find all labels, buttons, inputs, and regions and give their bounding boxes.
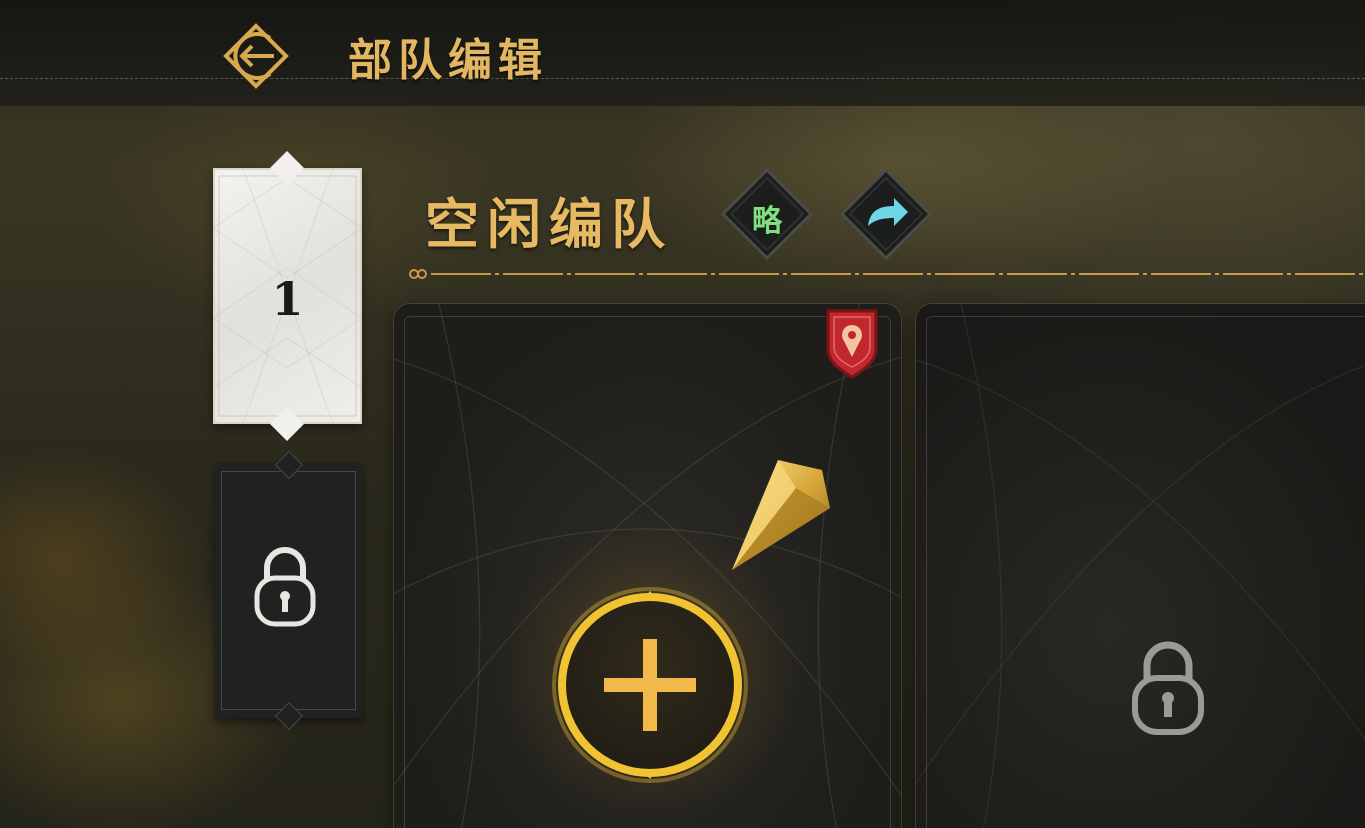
back-button[interactable]: [220, 20, 292, 92]
gold-crystal-icon: [732, 460, 830, 570]
share-arrow-icon: [839, 167, 933, 261]
add-unit-button[interactable]: [552, 587, 748, 783]
lock-icon: [1132, 641, 1204, 735]
red-shield-icon[interactable]: [824, 305, 880, 379]
unit-card-locked[interactable]: [916, 304, 1365, 828]
lock-icon: [254, 547, 316, 627]
slot-number: 1: [271, 272, 304, 326]
title-divider: [409, 269, 1365, 279]
back-arrow-icon: [223, 23, 289, 89]
team-name: 空闲编队: [425, 192, 673, 256]
strategy-button[interactable]: 略: [720, 167, 814, 261]
top-header: 部队编辑: [0, 0, 1365, 106]
game-screen: 部队编辑 1 空闲编队 略: [0, 0, 1365, 828]
header-divider: [0, 78, 1365, 79]
share-button[interactable]: [839, 167, 933, 261]
strategy-label: 略: [752, 204, 782, 239]
team-slot-tab-1[interactable]: 1: [213, 151, 362, 441]
card-frame: [926, 316, 1365, 828]
page-title: 部队编辑: [348, 35, 548, 86]
